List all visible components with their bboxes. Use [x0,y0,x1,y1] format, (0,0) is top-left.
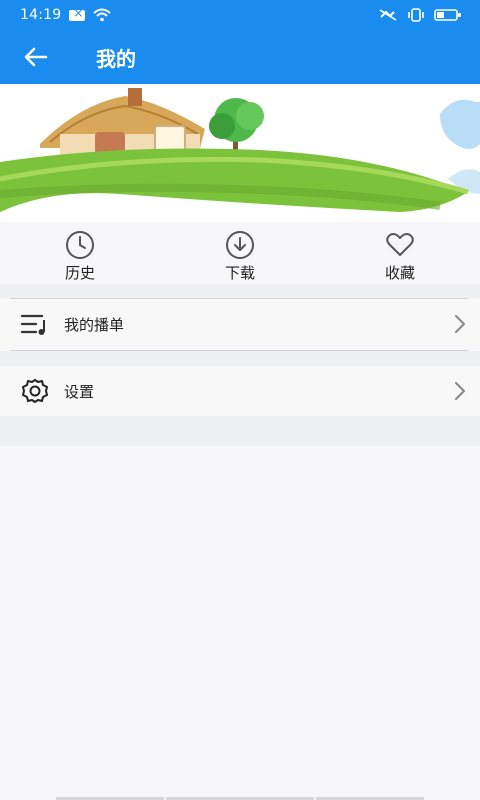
battery-icon [434,9,461,21]
arrow-left-icon [24,47,48,67]
section-divider [0,351,480,366]
section-divider [0,284,480,298]
heart-icon [386,233,414,256]
chevron-right-icon [455,382,465,400]
favorites-button[interactable]: 收藏 [320,222,480,284]
chevron-right-icon [455,315,465,333]
menu-label-settings: 设置 [64,382,95,401]
gear-icon [22,379,48,403]
menu-label-playlist: 我的播单 [64,315,125,334]
playlist-icon [20,314,45,335]
status-time: 14:19 [20,7,62,23]
header-banner [0,84,480,222]
banner-illustration [0,88,480,212]
download-label: 下载 [224,264,255,282]
mute-icon [379,9,397,21]
wifi-icon [93,8,112,22]
status-bar: 14:19 [0,0,480,30]
status-right [378,8,462,22]
page-title: 我的 [96,46,136,71]
download-circle-icon [226,231,254,259]
vibrate-icon [408,8,424,22]
history-button[interactable]: 历史 [0,222,160,284]
menu-row-settings[interactable]: 设置 [0,366,480,416]
clock-icon [66,231,94,259]
notification-icon [69,6,86,21]
back-button[interactable] [0,30,76,84]
screen: 14:19 × 我的 历史 下载 收藏 我的播单 设置 [0,0,480,800]
history-label: 历史 [64,264,95,282]
download-button[interactable]: 下载 [160,222,320,284]
app-bar: 我的 [0,30,480,84]
menu-row-playlist[interactable]: 我的播单 [0,299,480,349]
quick-actions: 历史 下载 收藏 [0,222,480,284]
section-divider [0,416,480,446]
favorites-label: 收藏 [384,264,415,282]
